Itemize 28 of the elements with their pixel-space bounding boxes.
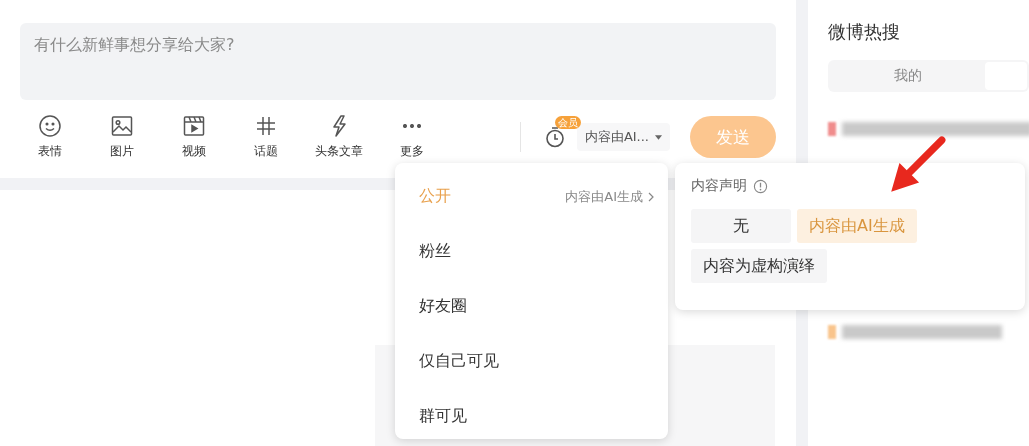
- rank-icon: [828, 122, 836, 136]
- toolbar-item[interactable]: 视频: [158, 114, 230, 160]
- menu-item-note: 内容由AI生成: [565, 187, 654, 206]
- rank-icon: [828, 325, 836, 339]
- toolbar-item[interactable]: 更多: [376, 114, 448, 160]
- chevron-right-icon: [648, 191, 654, 202]
- video-icon: [182, 114, 206, 138]
- caret-icon: [655, 134, 662, 140]
- toolbar-item[interactable]: 头条文章: [302, 114, 376, 160]
- info-icon[interactable]: [753, 178, 768, 194]
- vip-badge: 会员: [554, 116, 581, 129]
- composer-placeholder: 有什么新鲜事想分享给大家?: [34, 35, 235, 54]
- popover-title: 内容声明: [691, 177, 747, 195]
- menu-item[interactable]: 公开 内容由AI生成: [395, 169, 668, 224]
- hash-icon: [254, 114, 278, 138]
- menu-item[interactable]: 群可见: [395, 389, 668, 444]
- dots-icon: [403, 124, 421, 128]
- menu-item[interactable]: 粉丝: [395, 224, 668, 279]
- image-icon: [110, 114, 134, 138]
- toolbar-item[interactable]: 话题: [230, 114, 302, 160]
- sidebar-title: 微博热搜: [828, 20, 901, 44]
- smiley-icon: [38, 114, 62, 138]
- declaration-option[interactable]: 内容为虚构演绎: [691, 249, 827, 283]
- menu-item[interactable]: 仅自己可见: [395, 334, 668, 389]
- declaration-option[interactable]: 无: [691, 209, 791, 243]
- toolbar-item[interactable]: 图片: [86, 114, 158, 160]
- menu-item[interactable]: 好友圈: [395, 279, 668, 334]
- toolbar-item[interactable]: 表情: [14, 114, 86, 160]
